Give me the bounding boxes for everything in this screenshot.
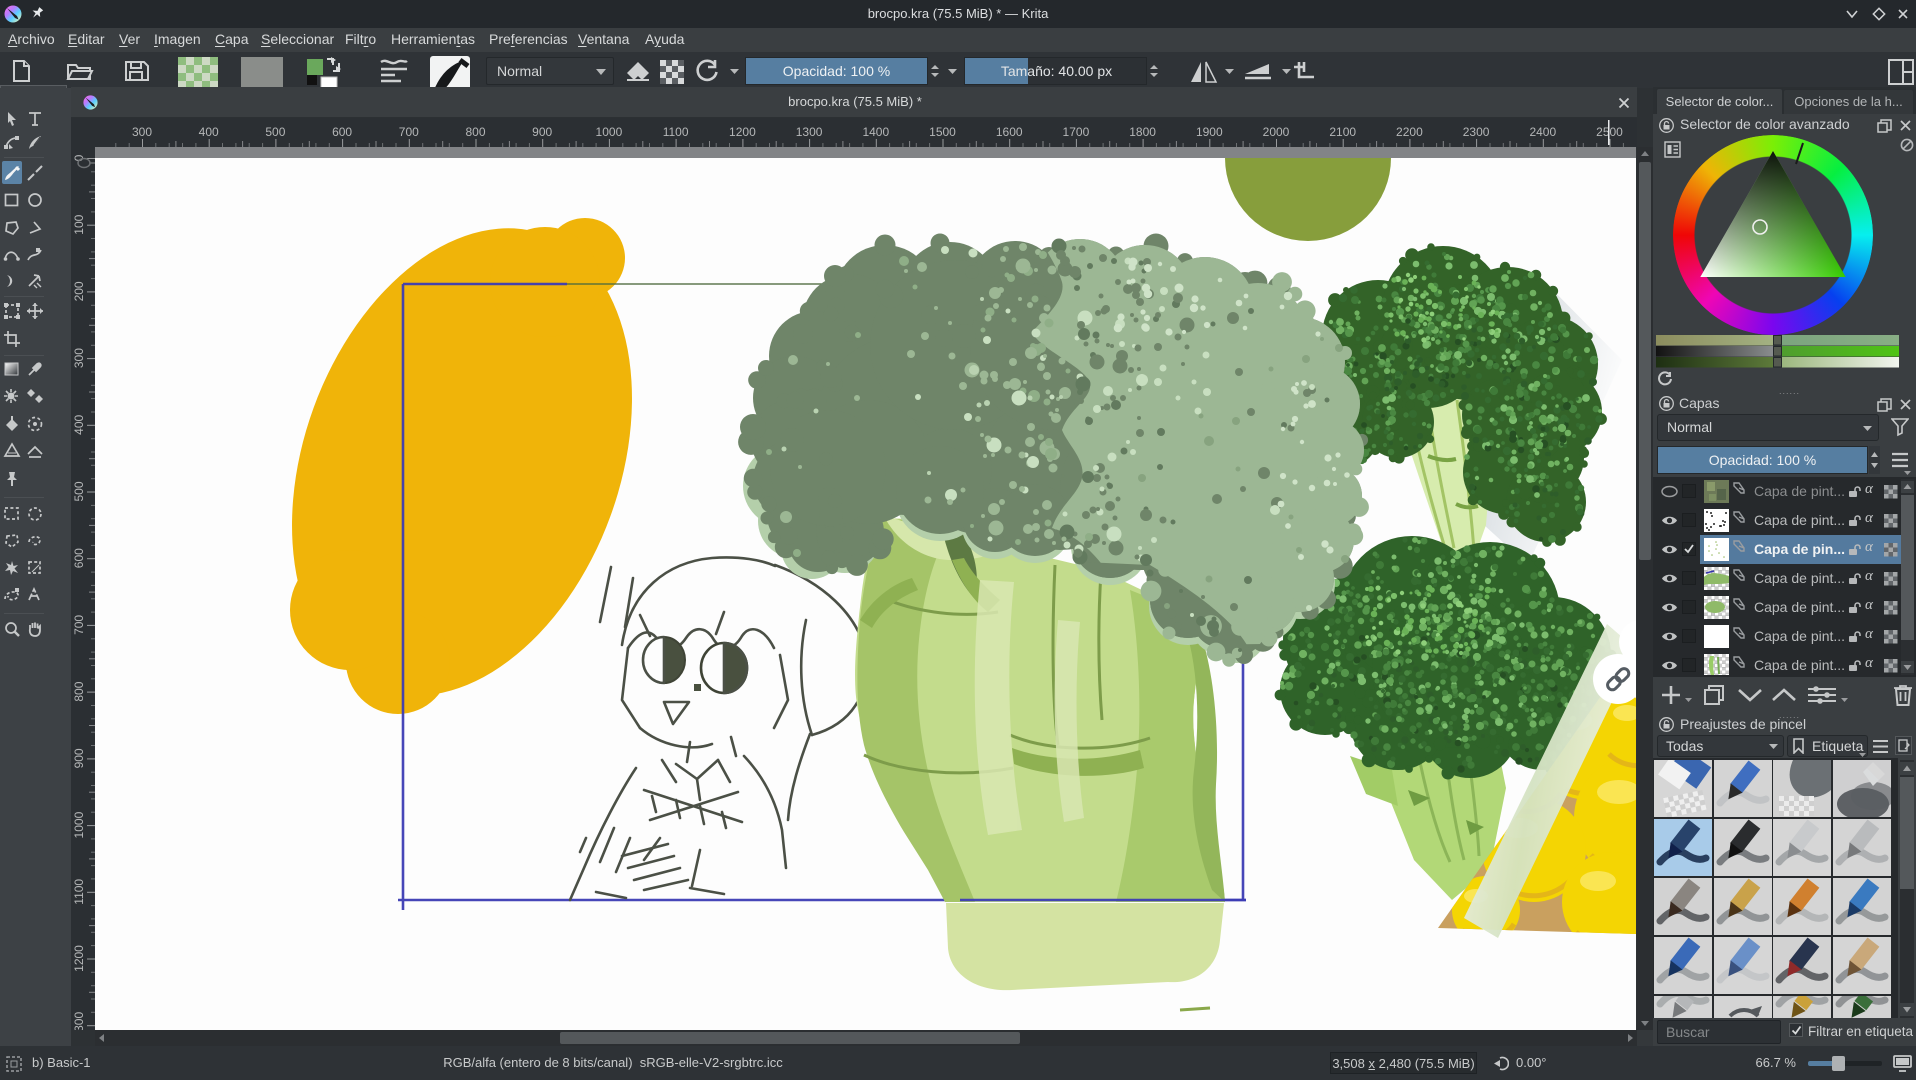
svg-text:300: 300: [72, 348, 86, 368]
svg-text:2300: 2300: [1463, 125, 1490, 139]
svg-text:2000: 2000: [1263, 125, 1290, 139]
svg-text:1200: 1200: [72, 945, 86, 972]
svg-text:1600: 1600: [996, 125, 1023, 139]
svg-text:2100: 2100: [1329, 125, 1356, 139]
svg-text:1300: 1300: [796, 125, 823, 139]
svg-text:100: 100: [72, 214, 86, 234]
svg-text:1200: 1200: [729, 125, 756, 139]
svg-text:600: 600: [332, 125, 352, 139]
svg-text:2200: 2200: [1396, 125, 1423, 139]
svg-text:1100: 1100: [663, 125, 689, 139]
svg-text:700: 700: [399, 125, 419, 139]
svg-text:900: 900: [72, 748, 86, 768]
svg-text:400: 400: [199, 125, 219, 139]
svg-text:1700: 1700: [1063, 125, 1090, 139]
svg-text:800: 800: [465, 125, 485, 139]
svg-text:400: 400: [72, 414, 86, 434]
svg-text:1500: 1500: [929, 125, 956, 139]
svg-text:500: 500: [265, 125, 285, 139]
svg-text:300: 300: [132, 125, 152, 139]
svg-text:1000: 1000: [72, 811, 86, 838]
svg-text:1800: 1800: [1129, 125, 1156, 139]
svg-text:700: 700: [72, 615, 86, 635]
svg-text:2500: 2500: [1596, 125, 1623, 139]
svg-text:1900: 1900: [1196, 125, 1223, 139]
svg-text:1100: 1100: [72, 879, 86, 905]
svg-text:500: 500: [72, 481, 86, 501]
svg-text:600: 600: [72, 548, 86, 568]
svg-text:1300: 1300: [72, 1012, 86, 1030]
svg-text:1400: 1400: [862, 125, 889, 139]
svg-text:800: 800: [72, 681, 86, 701]
svg-text:2400: 2400: [1529, 125, 1556, 139]
svg-text:1000: 1000: [596, 125, 623, 139]
svg-text:200: 200: [72, 281, 86, 301]
svg-text:900: 900: [532, 125, 552, 139]
